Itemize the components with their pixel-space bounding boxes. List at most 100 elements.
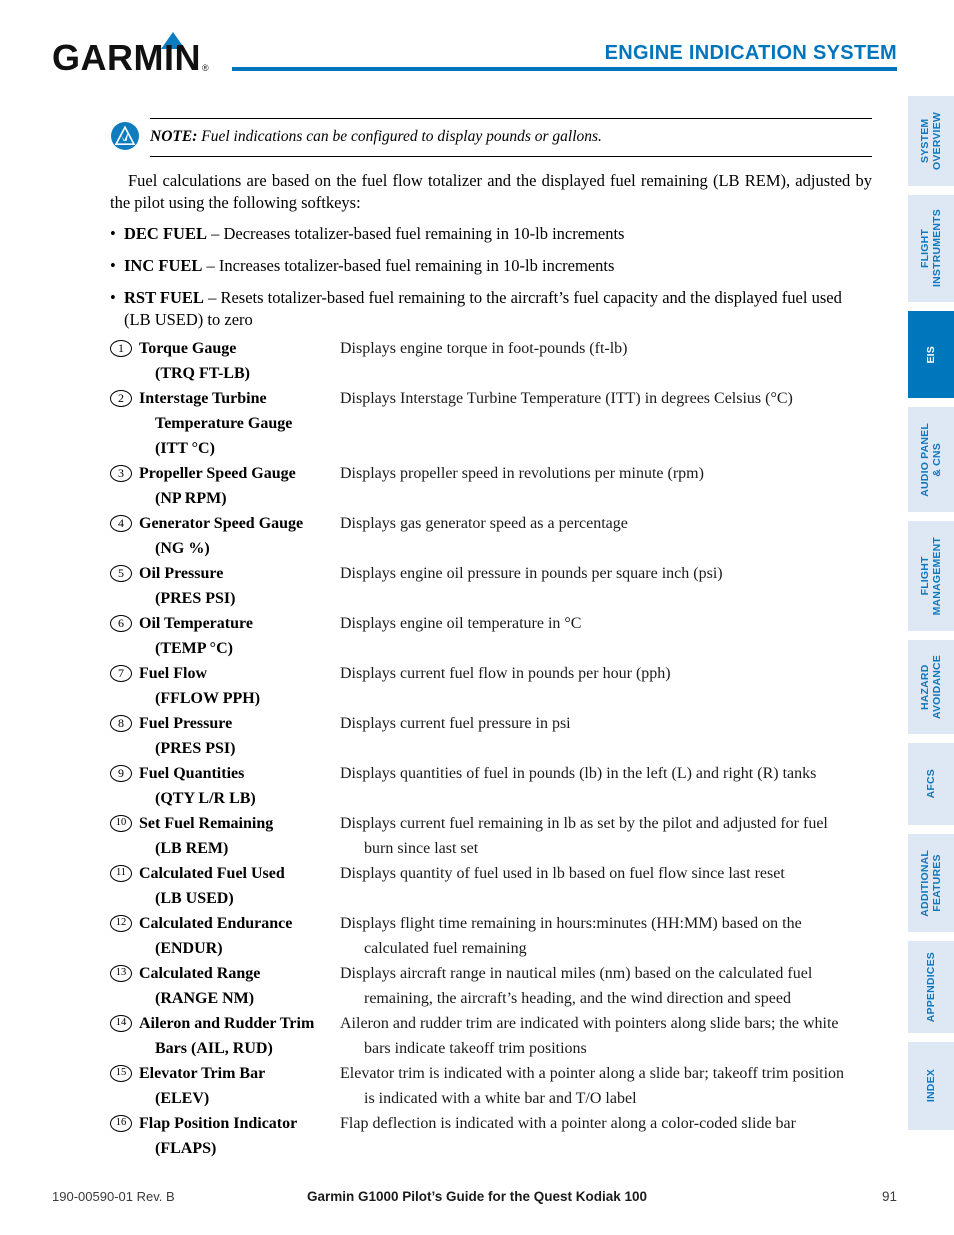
item-description: Displays gas generator speed as a percen… — [330, 511, 872, 536]
item-abbreviation: (NP RPM) — [155, 490, 227, 507]
list-item: 8 Fuel Pressure (PRES PSI) Displays current… — [110, 711, 872, 761]
section-tab-label: AFCS — [925, 769, 937, 799]
item-description: Displays aircraft range in nautical mile… — [330, 961, 872, 1011]
section-tab-label: INDEX — [925, 1069, 937, 1103]
section-tab-label: FLIGHT MANAGEMENT — [919, 536, 943, 616]
item-number-badge: 11 — [110, 865, 132, 882]
item-label: Aileron and Rudder Trim Bars (AIL, RUD) — [132, 1011, 330, 1061]
item-number-badge: 12 — [110, 915, 132, 932]
section-tab-label: APPENDICES — [925, 951, 937, 1023]
item-abbreviation: (FFLOW PPH) — [155, 690, 261, 707]
footer-document-title: Garmin G1000 Pilot’s Guide for the Quest… — [306, 1189, 648, 1204]
item-name: Torque Gauge — [139, 340, 237, 357]
list-item: 3 Propeller Speed Gauge (NP RPM) Displays p… — [110, 461, 872, 511]
softkey-item: • INC FUEL – Increases totalizer-based fu… — [110, 255, 872, 277]
item-label: Propeller Speed Gauge (NP RPM) — [132, 461, 330, 511]
section-tab-system-overview[interactable]: SYSTEM OVERVIEW — [908, 96, 954, 186]
section-tab-eis[interactable]: EIS — [908, 311, 954, 398]
softkey-description: – Decreases totalizer-based fuel remaini… — [206, 224, 625, 243]
section-tab-flight-instruments[interactable]: FLIGHT INSTRUMENTS — [908, 195, 954, 302]
item-description: Displays propeller speed in revolutions … — [330, 461, 872, 486]
registered-trademark-icon: ® — [202, 63, 209, 73]
item-number-badge: 16 — [110, 1115, 132, 1132]
item-name: Set Fuel Remaining — [139, 815, 274, 832]
section-tab-label: FLIGHT INSTRUMENTS — [919, 209, 943, 288]
item-description-line1: Displays quantity of fuel used in lb bas… — [340, 865, 785, 882]
note-text: NOTE: Fuel indications can be configured… — [150, 127, 872, 147]
item-label: Generator Speed Gauge (NG %) — [132, 511, 330, 561]
header-rule — [232, 67, 897, 71]
item-name: Interstage Turbine — [139, 390, 267, 407]
section-tab-label: SYSTEM OVERVIEW — [919, 111, 943, 170]
item-description: Displays current fuel pressure in psi — [330, 711, 872, 736]
section-tab-additional-features[interactable]: ADDITIONAL FEATURES — [908, 834, 954, 932]
item-description: Flap deflection is indicated with a poin… — [330, 1111, 872, 1136]
section-tab-audio-panel-cns[interactable]: AUDIO PANEL & CNS — [908, 407, 954, 512]
item-label: Calculated Range (RANGE NM) — [132, 961, 330, 1011]
footer-page-number: 91 — [881, 1189, 897, 1204]
item-description-line1: Displays current fuel flow in pounds per… — [340, 665, 671, 682]
item-name: Fuel Flow — [139, 665, 207, 682]
item-number-badge: 7 — [110, 665, 132, 682]
item-abbreviation: (LB REM) — [155, 840, 229, 857]
item-name: Fuel Pressure — [139, 715, 233, 732]
item-name: Propeller Speed Gauge — [139, 465, 296, 482]
item-abbreviation: (RANGE NM) — [155, 990, 255, 1007]
section-tab-hazard-avoidance[interactable]: HAZARD AVOIDANCE — [908, 640, 954, 734]
item-description-line1: Displays aircraft range in nautical mile… — [340, 965, 813, 982]
item-name: Calculated Range — [139, 965, 261, 982]
list-item: 10 Set Fuel Remaining (LB REM) Displays cur… — [110, 811, 872, 861]
section-tab-label: ADDITIONAL FEATURES — [919, 849, 943, 917]
section-tab-label: HAZARD AVOIDANCE — [919, 654, 943, 720]
item-number-badge: 6 — [110, 615, 132, 632]
item-description-line1: Displays current fuel pressure in psi — [340, 715, 571, 732]
item-description: Displays current fuel remaining in lb as… — [330, 811, 872, 861]
item-label: Calculated Endurance (ENDUR) — [132, 911, 330, 961]
item-name: Calculated Fuel Used — [139, 865, 285, 882]
softkey-name: INC FUEL — [124, 256, 203, 275]
item-number-badge: 1 — [110, 340, 132, 357]
item-number-badge: 10 — [110, 815, 132, 832]
item-abbreviation: (ENDUR) — [155, 940, 223, 957]
item-description-line2: remaining, the aircraft’s heading, and t… — [364, 990, 791, 1007]
list-item: 16 Flap Position Indicator (FLAPS) Flap def… — [110, 1111, 872, 1161]
item-name: Elevator Trim Bar — [139, 1065, 266, 1082]
item-label: Oil Pressure (PRES PSI) — [132, 561, 330, 611]
note-info-icon — [110, 121, 140, 151]
softkey-description: – Resets totalizer-based fuel remaining … — [124, 288, 842, 329]
section-tab-label: AUDIO PANEL & CNS — [919, 422, 943, 497]
item-name: Fuel Quantities — [139, 765, 245, 782]
item-name: Flap Position Indicator — [139, 1115, 298, 1132]
note-bottom-rule — [150, 156, 872, 157]
item-abbreviation: (QTY L/R LB) — [155, 790, 256, 807]
item-abbreviation: (FLAPS) — [155, 1140, 217, 1157]
list-item: 9 Fuel Quantities (QTY L/R LB) Displays qua… — [110, 761, 872, 811]
page-header: GARMIN ® ENGINE INDICATION SYSTEM — [0, 0, 954, 92]
item-abbreviation: Bars (AIL, RUD) — [155, 1040, 273, 1057]
item-description-line2: is indicated with a white bar and T/O la… — [364, 1090, 637, 1107]
item-description: Displays quantity of fuel used in lb bas… — [330, 861, 872, 886]
bullet-icon: • — [110, 256, 116, 275]
section-tab-index[interactable]: INDEX — [908, 1042, 954, 1130]
item-label: Elevator Trim Bar (ELEV) — [132, 1061, 330, 1111]
item-number-badge: 4 — [110, 515, 132, 532]
section-tab-appendices[interactable]: APPENDICES — [908, 941, 954, 1033]
item-label: Oil Temperature (TEMP °C) — [132, 611, 330, 661]
item-name: Calculated Endurance — [139, 915, 293, 932]
item-description: Displays flight time remaining in hours:… — [330, 911, 872, 961]
item-description-line1: Displays engine torque in foot-pounds (f… — [340, 340, 628, 357]
softkey-name: RST FUEL — [124, 288, 204, 307]
list-item: 14 Aileron and Rudder Trim Bars (AIL, RUD)… — [110, 1011, 872, 1061]
bullet-icon: • — [110, 224, 116, 243]
section-tab-flight-management[interactable]: FLIGHT MANAGEMENT — [908, 521, 954, 631]
note-label: NOTE: — [150, 128, 198, 145]
item-abbreviation: (PRES PSI) — [155, 740, 236, 757]
item-description-line1: Flap deflection is indicated with a poin… — [340, 1115, 796, 1132]
item-description: Aileron and rudder trim are indicated wi… — [330, 1011, 872, 1061]
item-name-line2: Temperature Gauge — [155, 415, 293, 432]
item-name: Oil Temperature — [139, 615, 253, 632]
section-tab-strip[interactable]: SYSTEM OVERVIEW FLIGHT INSTRUMENTS EIS AUDI… — [908, 96, 954, 1139]
item-label: Interstage Turbine Temperature Gauge (ITT … — [132, 386, 330, 461]
section-tab-afcs[interactable]: AFCS — [908, 743, 954, 825]
item-number-badge: 5 — [110, 565, 132, 582]
